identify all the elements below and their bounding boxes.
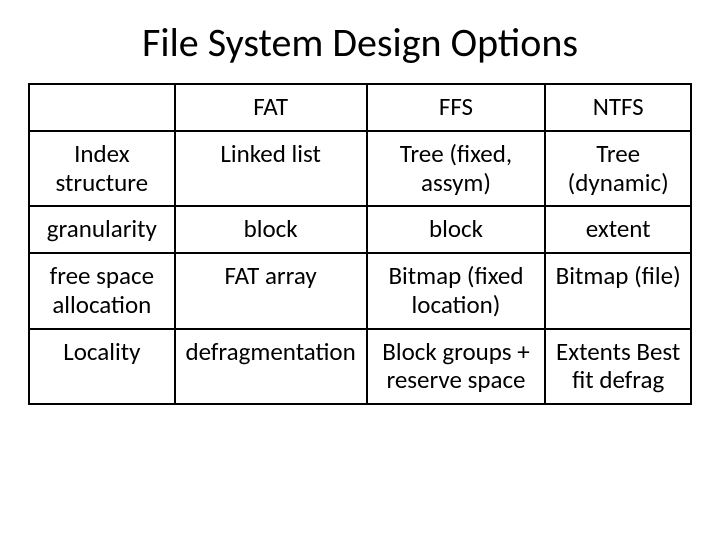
cell-ntfs: Tree (dynamic) (545, 131, 691, 207)
cell-ffs: Block groups + reserve space (367, 329, 546, 405)
header-fat: FAT (175, 84, 367, 131)
cell-ntfs: Bitmap (file) (545, 253, 691, 329)
comparison-table-wrap: FAT FFS NTFS Index structure Linked list… (0, 83, 720, 405)
header-blank (29, 84, 175, 131)
cell-ffs: block (367, 206, 546, 253)
comparison-table: FAT FFS NTFS Index structure Linked list… (28, 83, 692, 405)
row-label: Index structure (29, 131, 175, 207)
cell-fat: Linked list (175, 131, 367, 207)
cell-fat: FAT array (175, 253, 367, 329)
slide-title: File System Design Options (0, 18, 720, 67)
cell-fat: defragmentation (175, 329, 367, 405)
table-row: Locality defragmentation Block groups + … (29, 329, 691, 405)
table-row: granularity block block extent (29, 206, 691, 253)
header-ffs: FFS (367, 84, 546, 131)
cell-ntfs: Extents Best fit defrag (545, 329, 691, 405)
row-label: granularity (29, 206, 175, 253)
cell-ffs: Tree (fixed, assym) (367, 131, 546, 207)
cell-ntfs: extent (545, 206, 691, 253)
row-label: Locality (29, 329, 175, 405)
header-ntfs: NTFS (545, 84, 691, 131)
table-row: free space allocation FAT array Bitmap (… (29, 253, 691, 329)
table-row: Index structure Linked list Tree (fixed,… (29, 131, 691, 207)
row-label: free space allocation (29, 253, 175, 329)
cell-fat: block (175, 206, 367, 253)
table-header-row: FAT FFS NTFS (29, 84, 691, 131)
cell-ffs: Bitmap (fixed location) (367, 253, 546, 329)
